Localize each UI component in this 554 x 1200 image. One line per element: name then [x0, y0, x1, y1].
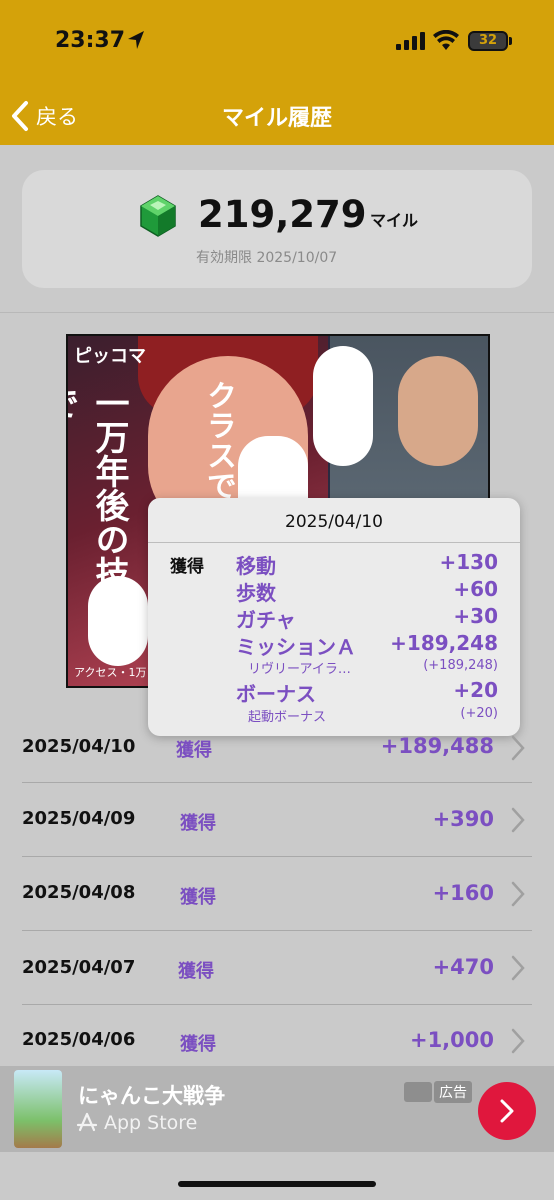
expiry-date: 有効期限 2025/10/07: [196, 250, 338, 266]
chevron-right-icon: [500, 1099, 514, 1123]
popup-subrow-label: 起動ボーナス: [248, 710, 327, 725]
home-indicator-area: [0, 1152, 554, 1200]
popup-row: 歩数 +60: [236, 577, 498, 605]
popup-row-amount: +130: [439, 550, 498, 574]
history-date: 2025/04/08: [22, 882, 136, 903]
popup-row-label: 移動: [236, 554, 276, 578]
battery-icon: 32: [468, 31, 508, 51]
ad-footer-text: アクセス・1万: [74, 666, 147, 679]
popup-row-amount: +60: [453, 577, 498, 601]
history-kind: 獲得: [176, 740, 212, 761]
popup-row-amount: +189,248: [390, 631, 498, 655]
mile-detail-popup: 2025/04/10 獲得 移動 +130 歩数 +60 ガチャ +30 ミッシ…: [148, 498, 520, 736]
popup-row: ボーナス +20: [236, 678, 498, 706]
mile-balance-value: 219,279: [198, 193, 367, 236]
ad-brand-logo: ピッコマ: [74, 346, 146, 367]
battery-tip: [509, 37, 512, 45]
green-gem-icon: [140, 195, 176, 237]
popup-subrow-label: リヴリーアイラ…: [248, 662, 351, 677]
history-amount: +1,000: [409, 1028, 494, 1052]
ad-store-label: App Store: [76, 1112, 197, 1134]
chevron-right-icon: [511, 807, 525, 833]
history-kind: 獲得: [180, 813, 216, 834]
history-row[interactable]: 2025/04/08 獲得 +160: [0, 878, 554, 952]
ad-network-logo-icon: [404, 1082, 432, 1102]
history-amount: +189,488: [380, 734, 494, 758]
battery-level: 32: [478, 33, 498, 48]
chevron-right-icon: [511, 1028, 525, 1054]
app-store-icon: [76, 1112, 98, 1132]
history-amount: +160: [432, 881, 494, 905]
page-title: マイル履歴: [221, 106, 332, 131]
location-arrow-icon: [128, 31, 144, 49]
ad-side-text: クラスで: [201, 380, 236, 500]
chevron-right-icon: [511, 735, 525, 761]
history-amount: +470: [432, 955, 494, 979]
popup-row-label: ボーナス: [236, 682, 316, 706]
ad-open-button[interactable]: [478, 1082, 536, 1140]
ad-store-name: App Store: [104, 1112, 198, 1134]
popup-row-amount: +30: [453, 604, 498, 628]
history-kind: 獲得: [178, 961, 214, 982]
mile-unit-label: マイル: [370, 211, 419, 230]
popup-subrow: リヴリーアイラ… (+189,248): [248, 658, 498, 677]
history-date: 2025/04/09: [22, 808, 136, 829]
history-row[interactable]: 2025/04/10 獲得 +189,488: [0, 730, 554, 804]
history-date: 2025/04/10: [22, 736, 136, 757]
history-amount: +390: [432, 807, 494, 831]
app-icon[interactable]: [14, 1070, 62, 1148]
popup-kind-label: 獲得: [170, 557, 204, 577]
history-row[interactable]: 2025/04/07 獲得 +470: [0, 952, 554, 1026]
ad-app-title[interactable]: にゃんこ大戦争: [78, 1080, 225, 1110]
popup-divider: [148, 542, 520, 543]
chevron-right-icon: [511, 881, 525, 907]
popup-row-amount: +20: [453, 678, 498, 702]
row-divider: [22, 1004, 532, 1005]
ad-character-face-right: [398, 356, 478, 466]
chevron-right-icon: [511, 955, 525, 981]
history-row[interactable]: 2025/04/09 獲得 +390: [0, 804, 554, 878]
popup-row-label: ミッションＡ: [236, 635, 356, 659]
popup-row-label: 歩数: [236, 581, 276, 605]
popup-date: 2025/04/10: [285, 512, 383, 532]
popup-subrow: 起動ボーナス (+20): [248, 706, 498, 725]
cellular-signal-icon: [396, 32, 425, 50]
row-divider: [22, 930, 532, 931]
row-divider: [22, 856, 532, 857]
home-indicator[interactable]: [178, 1181, 376, 1187]
row-divider: [22, 782, 532, 783]
popup-subrow-amount: (+189,248): [423, 658, 498, 673]
wifi-icon: [433, 30, 459, 50]
popup-row: ミッションＡ +189,248: [236, 631, 498, 659]
section-divider: [0, 312, 554, 313]
popup-row: 移動 +130: [236, 550, 498, 578]
popup-subrow-amount: (+20): [460, 706, 498, 721]
status-time: 23:37: [55, 28, 126, 53]
history-date: 2025/04/07: [22, 957, 136, 978]
popup-row: ガチャ +30: [236, 604, 498, 632]
ad-speech-bubble: [313, 346, 373, 466]
history-kind: 獲得: [180, 1034, 216, 1055]
history-date: 2025/04/06: [22, 1029, 136, 1050]
ad-badge: 広告: [404, 1081, 472, 1103]
ad-headline: 一万年後の技術で…: [68, 386, 129, 624]
history-kind: 獲得: [180, 887, 216, 908]
popup-row-label: ガチャ: [236, 608, 296, 632]
ad-badge-label: 広告: [434, 1081, 472, 1103]
